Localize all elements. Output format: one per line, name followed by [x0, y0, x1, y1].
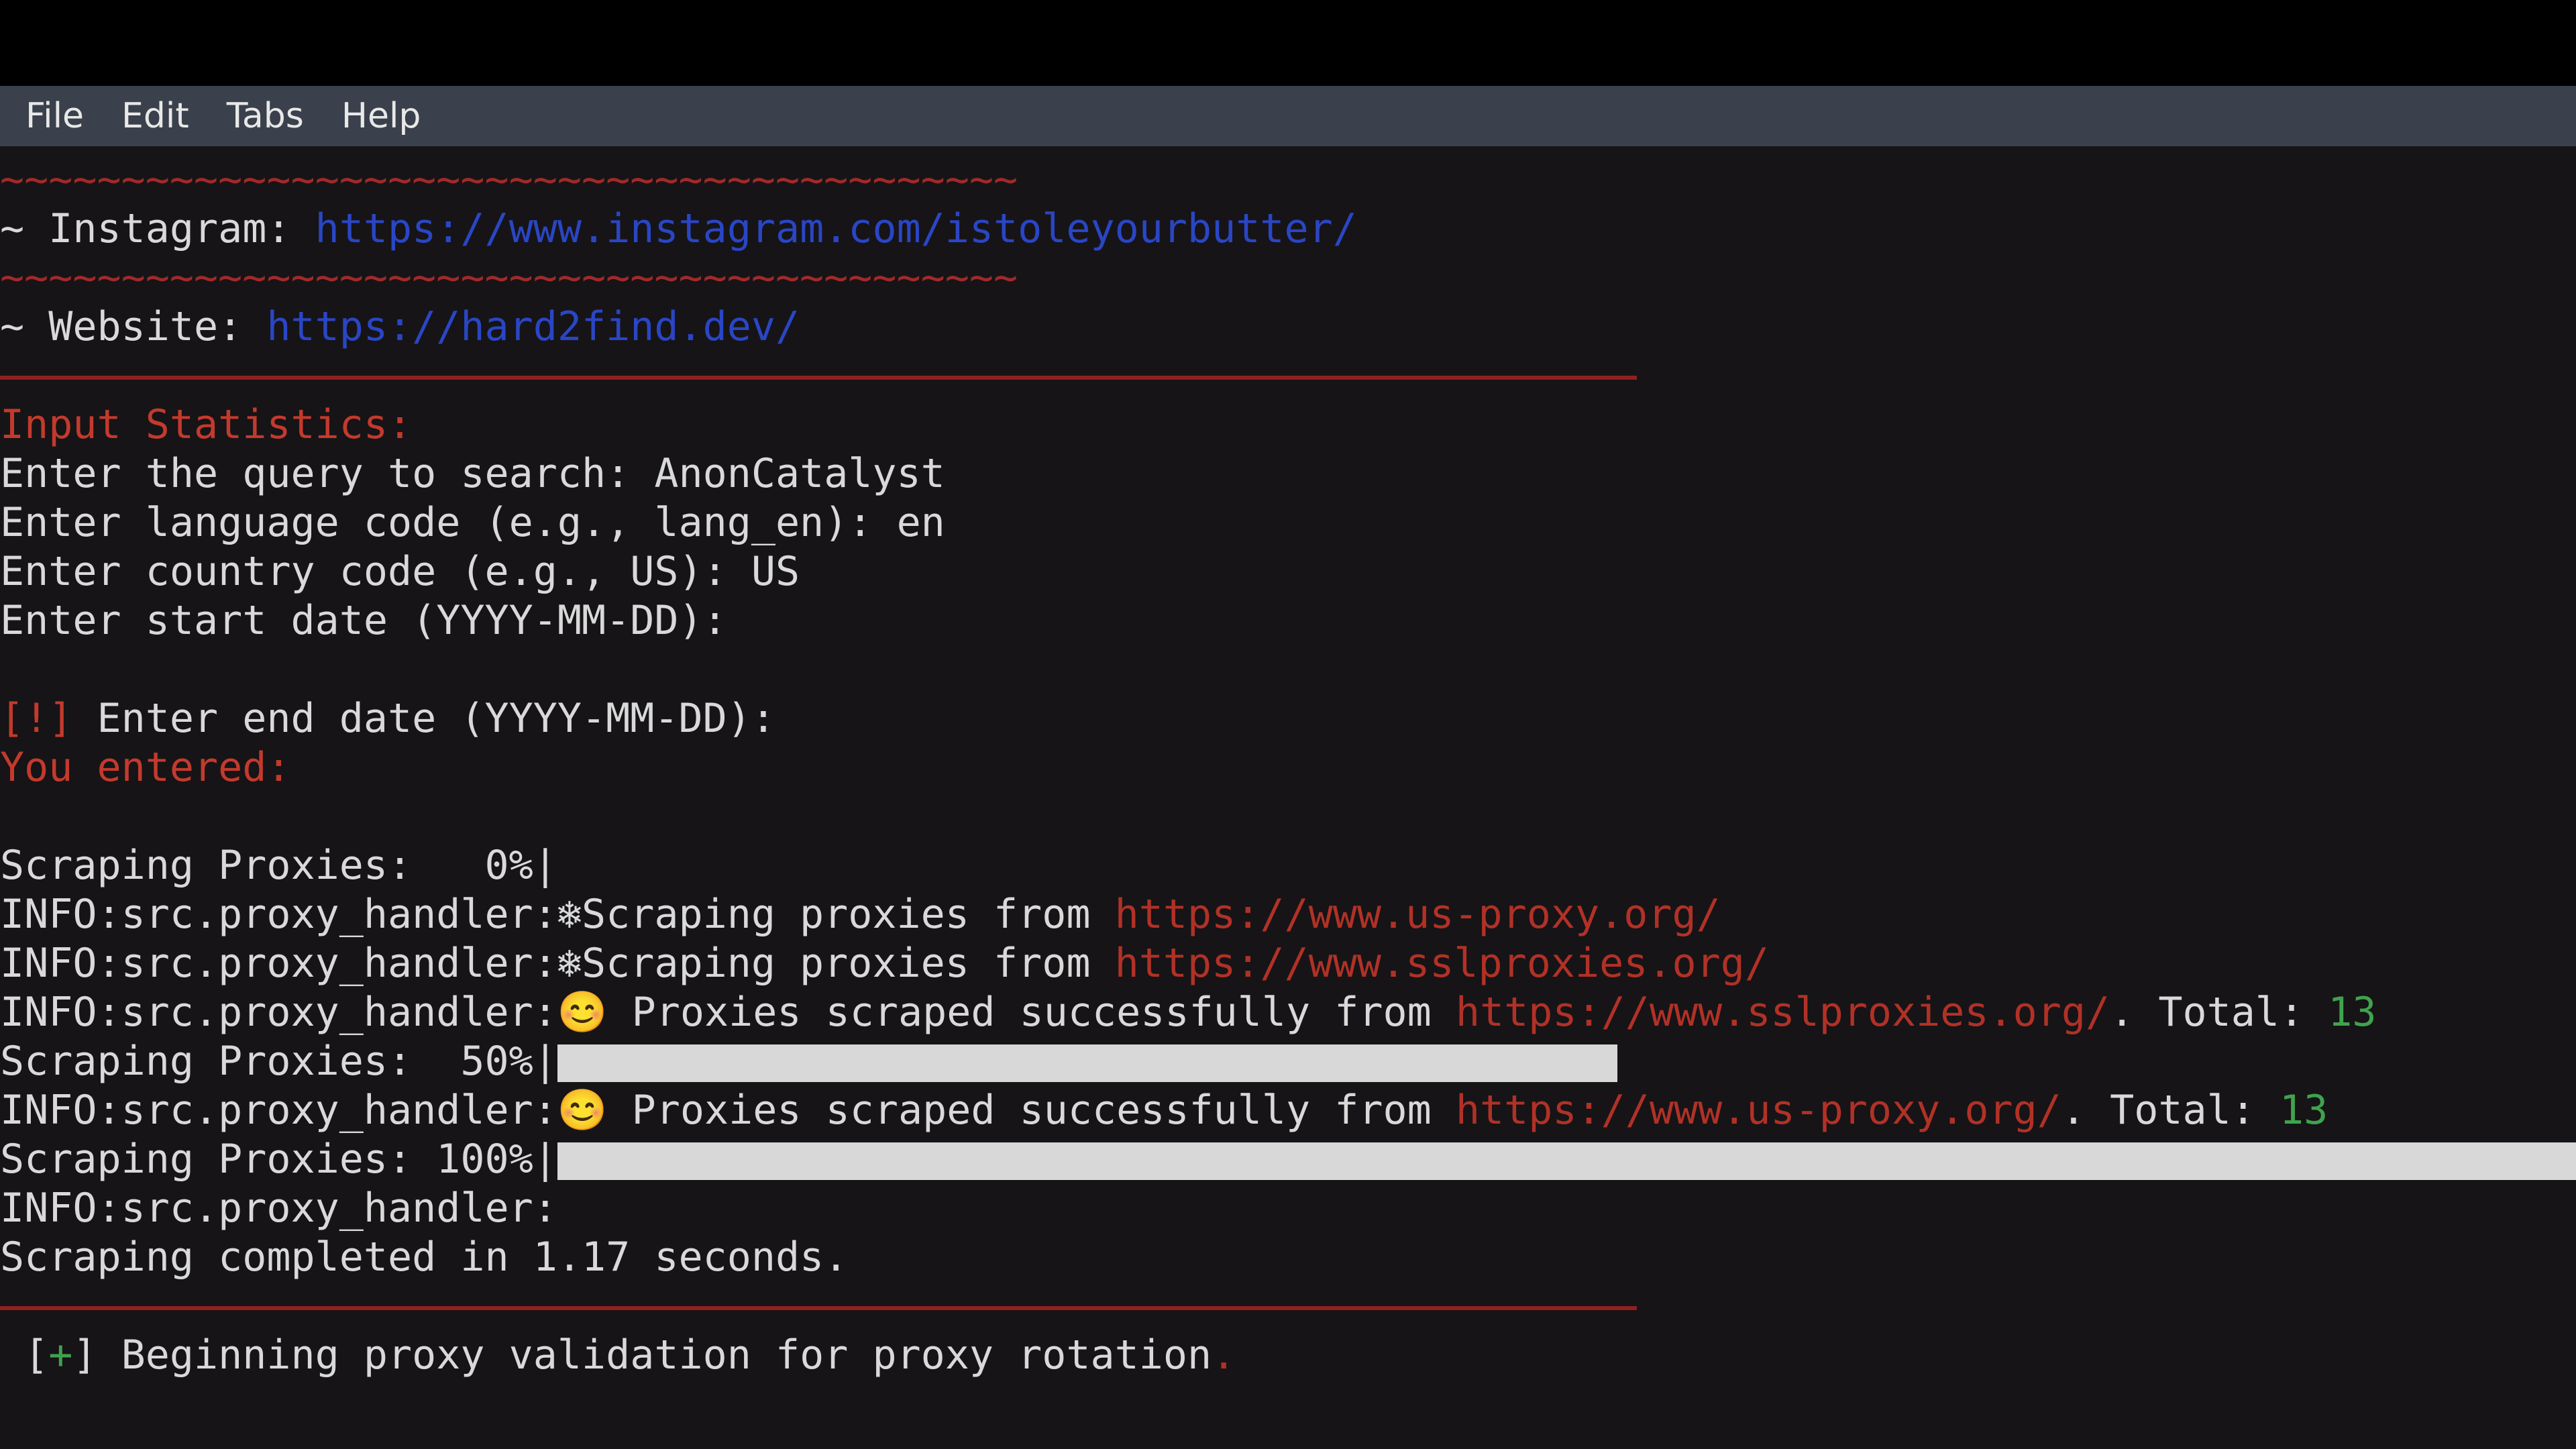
divider-dashes: ~~~~~~~~~~~~~~~~~~~~~~~~~~~~~~~~~~~~~~~~… [0, 254, 1018, 301]
prompt-start-date: Enter start date (YYYY-MM-DD): [0, 596, 2576, 645]
menu-bar: File Edit Tabs Help [0, 86, 2576, 146]
log-line: INFO:src.proxy_handler:❄Scraping proxies… [0, 890, 2576, 939]
instagram-line: ~ Instagram: https://www.instagram.com/i… [0, 205, 2576, 254]
log-line: INFO:src.proxy_handler:😊 Proxies scraped… [0, 988, 2576, 1037]
website-line: ~ Website: https://hard2find.dev/ [0, 303, 2576, 352]
log-line: INFO:src.proxy_handler: [0, 1184, 2576, 1233]
progress-bar-50 [557, 1044, 1617, 1082]
progress-100: Scraping Proxies: 100%| [0, 1135, 2576, 1184]
prompt-query: Enter the query to search: AnonCatalyst [0, 449, 2576, 498]
progress-50: Scraping Proxies: 50%| [0, 1037, 2576, 1086]
website-link[interactable]: https://hard2find.dev/ [266, 303, 800, 350]
proxy-url-2: https://www.sslproxies.org/ [1115, 940, 1769, 987]
menu-tabs[interactable]: Tabs [208, 89, 323, 143]
plus-icon: + [48, 1332, 72, 1379]
blank-line [0, 792, 2576, 841]
log-line: INFO:src.proxy_handler:😊 Proxies scraped… [0, 1086, 2576, 1135]
menu-edit[interactable]: Edit [103, 89, 208, 143]
proxy-total-1: 13 [2328, 989, 2376, 1036]
proxy-total-2: 13 [2279, 1087, 2328, 1134]
divider-line [0, 1282, 2576, 1331]
terminal-area[interactable]: ~~~~~~~~~~~~~~~~~~~~~~~~~~~~~~~~~~~~~~~~… [0, 146, 2576, 1449]
divider-dashes: ~~~~~~~~~~~~~~~~~~~~~~~~~~~~~~~~~~~~~~~~… [0, 156, 1018, 203]
blank-line [0, 645, 2576, 694]
heading-input-statistics: Input Statistics: [0, 401, 412, 448]
menu-help[interactable]: Help [323, 89, 440, 143]
proxy-url-3: https://www.sslproxies.org/ [1456, 989, 2110, 1036]
instagram-link[interactable]: https://www.instagram.com/istoleyourbutt… [315, 205, 1357, 252]
progress-bar-100 [557, 1142, 2576, 1180]
proxy-url-4: https://www.us-proxy.org/ [1456, 1087, 2061, 1134]
proxy-url-1: https://www.us-proxy.org/ [1115, 891, 1721, 938]
progress-0: Scraping Proxies: 0%| [0, 841, 2576, 890]
you-entered-label: You entered: [0, 744, 290, 791]
prompt-country: Enter country code (e.g., US): US [0, 547, 2576, 596]
menu-file[interactable]: File [7, 89, 103, 143]
log-line: INFO:src.proxy_handler:❄Scraping proxies… [0, 939, 2576, 988]
prompt-end-date: [!] Enter end date (YYYY-MM-DD): [0, 694, 2576, 743]
status-begin-validation: [+] Beginning proxy validation for proxy… [0, 1331, 2576, 1380]
prompt-language: Enter language code (e.g., lang_en): en [0, 498, 2576, 547]
scrape-completed: Scraping completed in 1.17 seconds. [0, 1233, 2576, 1282]
divider-line [0, 352, 2576, 400]
window-titlebar [0, 0, 2576, 86]
